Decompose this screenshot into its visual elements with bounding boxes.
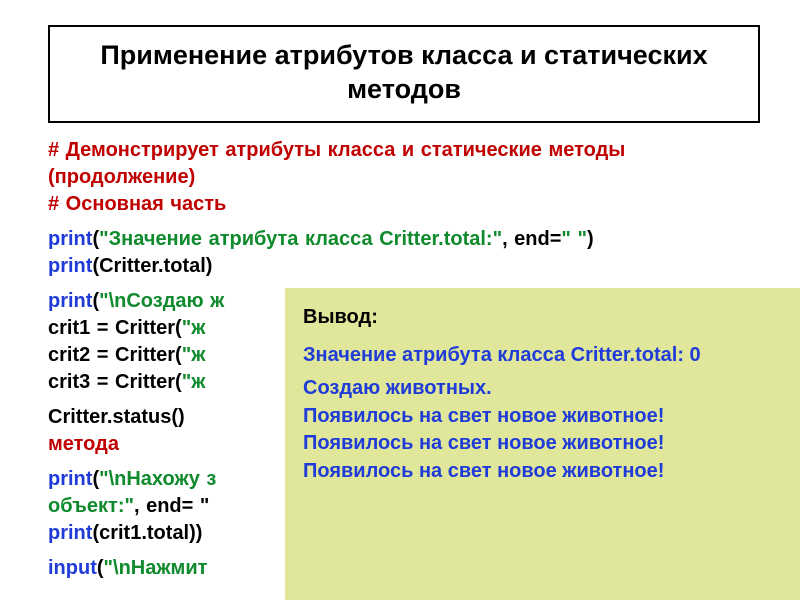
kw-print: print <box>48 290 92 312</box>
comment-line: # Демонстрирует атрибуты класса и статич… <box>48 139 625 188</box>
paren: ( <box>97 557 104 579</box>
string-literal: "Значение атрибута класса Critter.total:… <box>99 228 502 250</box>
output-line: Появилось на свет новое животное! <box>303 430 782 458</box>
code-text: crit1 = Critter( <box>48 317 182 339</box>
output-panel: Вывод: Значение атрибута класса Critter.… <box>285 288 800 600</box>
code-text: crit3 = Critter( <box>48 371 182 393</box>
title-box: Применение атрибутов класса и статически… <box>48 25 760 123</box>
string-literal: " " <box>561 228 587 250</box>
string-literal: "ж <box>182 344 206 366</box>
string-literal: объект:" <box>48 495 134 517</box>
code-text: , end= " <box>134 495 209 517</box>
code-text: (Critter.total) <box>92 255 212 277</box>
string-literal: "ж <box>182 371 206 393</box>
comment-line: метода <box>48 433 119 455</box>
paren: ) <box>587 228 594 250</box>
output-line: Создаю животных. <box>303 375 782 403</box>
slide-title: Применение атрибутов класса и статически… <box>80 39 728 107</box>
code-text: crit2 = Critter( <box>48 344 182 366</box>
comment-line: # Основная часть <box>48 193 226 215</box>
slide: Применение атрибутов класса и статически… <box>0 0 800 600</box>
code-text: (crit1.total)) <box>92 522 202 544</box>
kw-input: input <box>48 557 97 579</box>
code-text: , end= <box>502 228 561 250</box>
string-literal: "ж <box>182 317 206 339</box>
kw-print: print <box>48 255 92 277</box>
string-literal: "\nСоздаю ж <box>99 290 224 312</box>
output-title: Вывод: <box>303 304 782 332</box>
kw-print: print <box>48 522 92 544</box>
string-literal: "\nНажмит <box>104 557 208 579</box>
kw-print: print <box>48 228 92 250</box>
output-line: Значение атрибута класса Critter.total: … <box>303 342 782 370</box>
output-line: Появилось на свет новое животное! <box>303 403 782 431</box>
output-line: Появилось на свет новое животное! <box>303 458 782 486</box>
kw-print: print <box>48 468 92 490</box>
code-text: Critter.status() <box>48 406 185 428</box>
string-literal: "\nНахожу з <box>99 468 216 490</box>
